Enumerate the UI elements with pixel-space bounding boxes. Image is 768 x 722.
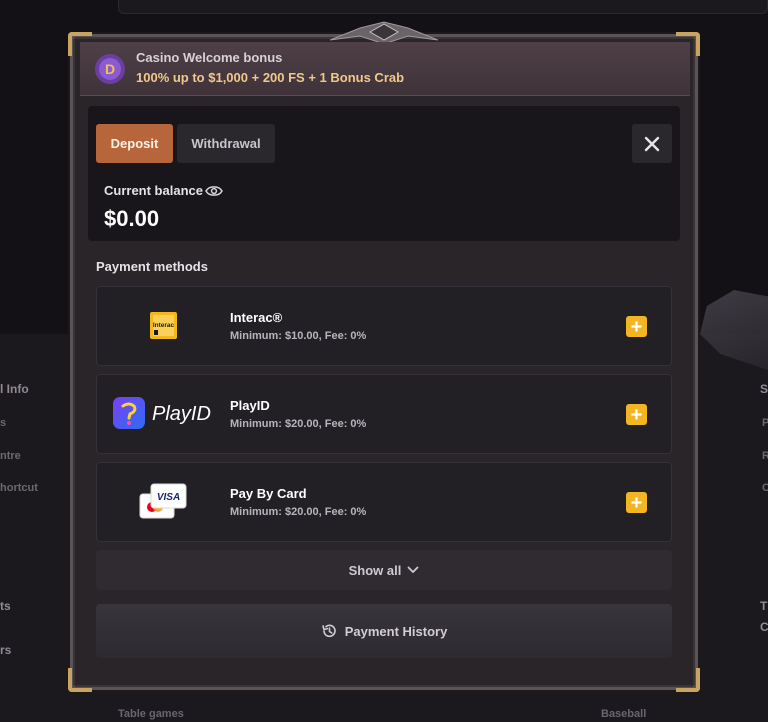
- bg-footer-link: hortcut: [0, 482, 38, 494]
- bg-footer-link: Baseball: [601, 708, 647, 720]
- playid-logo: PlayID: [113, 397, 211, 429]
- tab-withdrawal[interactable]: Withdrawal: [177, 124, 275, 163]
- payment-history-button[interactable]: Payment History: [96, 604, 672, 658]
- payment-method-name: Interac®: [230, 310, 283, 325]
- bg-footer-link: R: [762, 450, 768, 462]
- payment-method-name: Pay By Card: [230, 486, 307, 501]
- svg-text:VISA: VISA: [157, 492, 180, 503]
- background-top-bar: [118, 0, 768, 14]
- svg-text:Interac: Interac: [153, 322, 175, 329]
- add-interac-button[interactable]: [626, 316, 647, 337]
- payment-method-limits: Minimum: $10.00, Fee: 0%: [230, 330, 367, 342]
- bg-footer-link: s: [0, 417, 7, 429]
- plus-icon: [631, 409, 642, 420]
- interac-logo: Interac: [150, 312, 177, 339]
- chevron-down-icon: [407, 566, 419, 573]
- history-icon: [321, 624, 336, 638]
- card-logo: VISA: [139, 483, 187, 519]
- bg-footer-heading-left: rs: [0, 643, 12, 657]
- plus-icon: [631, 321, 642, 332]
- bg-footer-heading-left: l Info: [0, 382, 29, 396]
- frame-corner: [68, 668, 92, 692]
- bg-footer-heading-right: T: [760, 599, 768, 613]
- close-button[interactable]: [632, 124, 672, 163]
- balance-value: $0.00: [104, 206, 160, 231]
- bg-footer-link: Table games: [118, 708, 184, 720]
- bg-footer-link: ntre: [0, 450, 21, 462]
- payment-method-name: PlayID: [230, 398, 270, 413]
- payment-history-label: Payment History: [344, 623, 448, 639]
- payment-method-limits: Minimum: $20.00, Fee: 0%: [230, 506, 367, 518]
- bg-footer-link: P: [762, 417, 768, 429]
- payment-methods-title: Payment methods: [96, 259, 208, 274]
- banner-subtitle: 100% up to $1,000 + 200 FS + 1 Bonus Cra…: [136, 70, 405, 85]
- tab-deposit[interactable]: Deposit: [96, 124, 173, 163]
- add-card-button[interactable]: [626, 492, 647, 513]
- svg-text:D: D: [105, 61, 115, 77]
- bg-footer-heading-left: ts: [0, 599, 11, 613]
- show-all-button[interactable]: Show all: [96, 550, 672, 590]
- payment-method-interac[interactable]: [96, 286, 672, 366]
- banner-title: Casino Welcome bonus: [136, 50, 283, 65]
- bg-footer-link: C: [762, 482, 768, 494]
- bg-footer-heading-right: S: [760, 382, 768, 396]
- close-icon: [644, 136, 660, 151]
- show-all-label: Show all: [348, 562, 402, 578]
- payment-method-limits: Minimum: $20.00, Fee: 0%: [230, 418, 367, 430]
- eye-icon[interactable]: [205, 184, 223, 198]
- frame-corner: [676, 668, 700, 692]
- bonus-coin-icon: D: [95, 54, 125, 84]
- bg-footer-heading-right: C: [760, 620, 768, 634]
- plus-icon: [631, 497, 642, 508]
- balance-label: Current balance: [104, 183, 203, 198]
- svg-text:PlayID: PlayID: [152, 403, 211, 425]
- add-playid-button[interactable]: [626, 404, 647, 425]
